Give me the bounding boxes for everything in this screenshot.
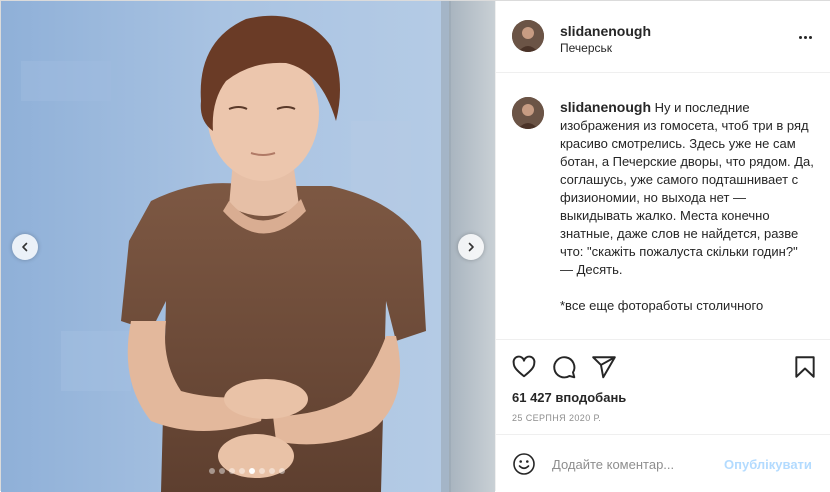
share-icon[interactable]	[591, 354, 617, 380]
avatar-image	[512, 20, 544, 52]
likes-count[interactable]: 61 427 вподобань	[512, 390, 626, 405]
carousel-dot	[249, 468, 255, 474]
username-link[interactable]: slidanenough	[560, 23, 651, 39]
carousel-dot	[269, 468, 275, 474]
photo-illustration	[1, 1, 495, 492]
heart-icon[interactable]	[511, 354, 537, 380]
chevron-right-icon	[468, 242, 474, 252]
avatar[interactable]	[512, 20, 544, 52]
carousel-dot	[229, 468, 235, 474]
more-options-icon[interactable]	[797, 29, 813, 45]
avatar-image	[512, 97, 544, 129]
comment-icon[interactable]	[551, 354, 577, 380]
post-comment-button[interactable]: Опублікувати	[724, 457, 812, 472]
carousel-dot	[259, 468, 265, 474]
post-photo[interactable]	[1, 1, 495, 492]
post-date[interactable]: 25 СЕРПНЯ 2020 Р.	[512, 413, 601, 423]
caption-username[interactable]: slidanenough	[560, 99, 651, 115]
carousel-indicator	[209, 468, 285, 474]
post-header: slidanenough Печерськ	[496, 1, 830, 73]
post-side-panel: slidanenough Печерськ slidanenough Ну и …	[495, 1, 830, 491]
emoji-icon[interactable]	[512, 452, 536, 476]
carousel-next-button[interactable]	[458, 234, 484, 260]
caption-body: Ну и последние изображения из гомосета, …	[560, 100, 814, 313]
carousel-dot	[279, 468, 285, 474]
bookmark-icon[interactable]	[792, 354, 818, 380]
caption-section: slidanenough Ну и последние изображения …	[496, 73, 830, 339]
chevron-left-icon	[22, 242, 28, 252]
location-link[interactable]: Печерськ	[560, 41, 612, 55]
caption-text: slidanenough Ну и последние изображения …	[560, 98, 820, 315]
carousel-dot	[209, 468, 215, 474]
post-actions: 61 427 вподобань 25 СЕРПНЯ 2020 Р.	[496, 339, 830, 435]
carousel-dot	[239, 468, 245, 474]
instagram-post: slidanenough Печерськ slidanenough Ну и …	[0, 0, 830, 492]
comment-input[interactable]	[552, 455, 722, 473]
carousel-prev-button[interactable]	[12, 234, 38, 260]
caption-avatar[interactable]	[512, 97, 544, 129]
carousel-dot	[219, 468, 225, 474]
comment-form: Опублікувати	[496, 435, 830, 491]
